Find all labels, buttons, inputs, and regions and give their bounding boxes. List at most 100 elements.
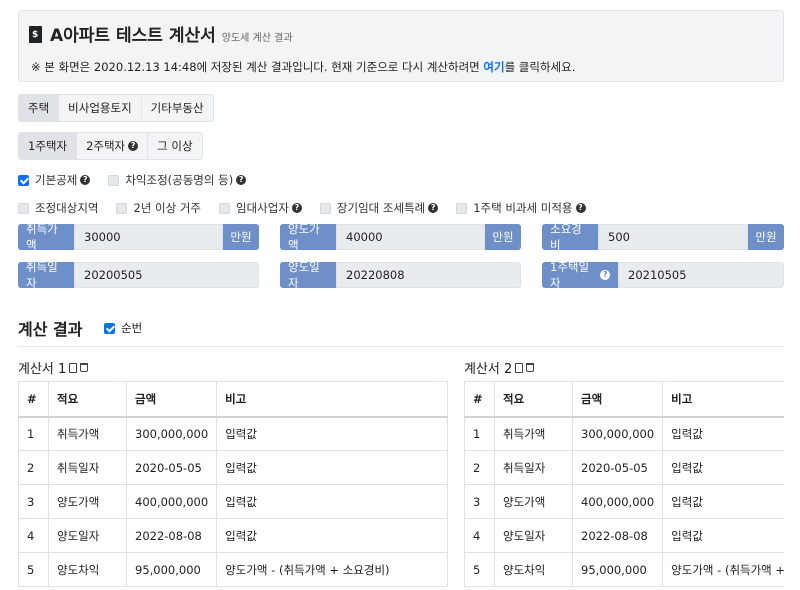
acquisition-date-input[interactable]: 20200505 bbox=[74, 262, 259, 288]
help-icon[interactable]: ? bbox=[236, 175, 247, 185]
option-two-year-residence[interactable]: 2년 이상 거주 bbox=[116, 200, 201, 216]
order-label: 순번 bbox=[121, 321, 143, 335]
options-row-1: 기본공제 ? 차익조정(공동명의 등) ? bbox=[18, 172, 264, 188]
table-row: 1 취득가액 300,000,000 입력값 bbox=[18, 416, 448, 451]
copy-icon[interactable] bbox=[515, 362, 524, 373]
calc1-header: 계산서 1 bbox=[18, 358, 89, 377]
checkbox-two-year-residence[interactable] bbox=[116, 202, 128, 214]
trash-icon[interactable] bbox=[526, 363, 535, 372]
help-icon[interactable]: ? bbox=[291, 203, 302, 213]
table-row: 4 양도일자 2022-08-08 입력값 bbox=[464, 518, 784, 553]
option-basic-deduction[interactable]: 기본공제 ? bbox=[18, 172, 91, 188]
cell: 입력값 bbox=[216, 518, 448, 553]
file-invoice-dollar-icon bbox=[29, 26, 42, 43]
checkbox-order[interactable] bbox=[104, 322, 115, 334]
cell: 2 bbox=[464, 450, 495, 485]
sale-date-input[interactable]: 20220808 bbox=[336, 262, 521, 288]
cell: 95,000,000 bbox=[125, 552, 218, 587]
calc2-table: # 적요 금액 비고 1 취득가액 300,000,000 입력값 2 취득일자 2020… bbox=[464, 381, 784, 587]
table-row: 1 취득가액 300,000,000 입력값 bbox=[464, 416, 784, 451]
cell: 취득가액 bbox=[494, 416, 573, 451]
tab-non-business-land[interactable]: 비사업용토지 bbox=[59, 95, 142, 121]
acquisition-price-label: 취득가액 bbox=[18, 224, 74, 250]
acquisition-price-field: 취득가액 30000 만원 bbox=[18, 224, 259, 250]
table-header-row: # 적요 금액 비고 bbox=[464, 381, 784, 418]
option-label: 2년 이상 거주 bbox=[133, 201, 202, 215]
checkbox-gain-adjustment[interactable] bbox=[108, 174, 120, 186]
col-description: 적요 bbox=[494, 381, 573, 418]
option-label: 조정대상지역 bbox=[35, 201, 99, 215]
cell: 3 bbox=[18, 484, 49, 519]
cell: 400,000,000 bbox=[571, 484, 664, 519]
acquisition-price-input[interactable]: 30000 bbox=[74, 224, 223, 250]
sale-price-input[interactable]: 40000 bbox=[336, 224, 485, 250]
checkbox-basic-deduction[interactable] bbox=[18, 174, 29, 186]
table-row: 2 취득일자 2020-05-05 입력값 bbox=[18, 450, 448, 485]
order-toggle[interactable]: 순번 bbox=[104, 320, 142, 336]
acquisition-date-field: 취득일자 20200505 bbox=[18, 262, 259, 288]
trash-icon[interactable] bbox=[80, 363, 89, 372]
help-icon[interactable]: ? bbox=[128, 141, 139, 151]
help-icon[interactable]: ? bbox=[575, 203, 586, 213]
recalculate-link[interactable]: 여기 bbox=[483, 60, 504, 74]
table-row: 3 양도가액 400,000,000 입력값 bbox=[464, 484, 784, 519]
divider bbox=[18, 346, 784, 347]
page-subtitle: 양도세 계산 결과 bbox=[221, 33, 293, 44]
one-house-date-label-text: 1주택일자 bbox=[550, 262, 590, 288]
cell: 양도차익 bbox=[48, 552, 127, 587]
sale-price-field: 양도가액 40000 만원 bbox=[280, 224, 521, 250]
option-label: 장기임대 조세특례 bbox=[336, 201, 426, 215]
cell: 2 bbox=[18, 450, 49, 485]
tab-two-houses[interactable]: 2주택자? bbox=[77, 133, 149, 159]
help-icon[interactable]: ? bbox=[428, 203, 439, 213]
header-panel: A아파트 테스트 계산서 양도세 계산 결과 ※ 본 화면은 2020.12.1… bbox=[18, 10, 784, 82]
cell: 5 bbox=[18, 552, 49, 587]
table-row: 5양도차익95,000,000양도가액 - (취득가액 + 소요 bbox=[464, 552, 784, 587]
option-regulated-area[interactable]: 조정대상지역 bbox=[18, 200, 98, 216]
sale-date-field: 양도일자 20220808 bbox=[280, 262, 521, 288]
cell: 입력값 bbox=[662, 450, 784, 485]
property-type-tabs: 주택 비사업용토지 기타부동산 bbox=[18, 94, 214, 122]
cell: 5 bbox=[464, 552, 495, 587]
table-row: 2 취득일자 2020-05-05 입력값 bbox=[464, 450, 784, 485]
cell: 300,000,000 bbox=[125, 416, 218, 451]
option-gain-adjustment[interactable]: 차익조정(공동명의 등) ? bbox=[108, 172, 247, 188]
tab-one-house[interactable]: 1주택자 bbox=[19, 133, 78, 159]
help-icon[interactable]: ? bbox=[600, 270, 610, 280]
cell: 양도가액 bbox=[48, 484, 127, 519]
tab-more-houses[interactable]: 그 이상 bbox=[148, 133, 201, 159]
copy-icon[interactable] bbox=[69, 362, 78, 373]
house-count-tabs: 1주택자 2주택자? 그 이상 bbox=[18, 132, 203, 160]
table-row: 3 양도가액 400,000,000 입력값 bbox=[18, 484, 448, 519]
cell: 2022-08-08 bbox=[125, 518, 218, 553]
table-row: 4 양도일자 2022-08-08 입력값 bbox=[18, 518, 448, 553]
option-label: 1주택 비과세 미적용 bbox=[473, 201, 573, 215]
col-amount: 금액 bbox=[125, 381, 218, 418]
option-no-exemption[interactable]: 1주택 비과세 미적용 ? bbox=[456, 200, 586, 216]
acquisition-date-label: 취득일자 bbox=[18, 262, 74, 288]
one-house-date-input[interactable]: 20210505 bbox=[618, 262, 784, 288]
options-row-2: 조정대상지역 2년 이상 거주 임대사업자 ? 장기임대 조세특례 ? 1주택 … bbox=[18, 200, 604, 216]
cell: 양도가액 - (취득가액 + 소요경비) bbox=[216, 552, 448, 587]
col-description: 적요 bbox=[48, 381, 127, 418]
option-label: 차익조정(공동명의 등) bbox=[125, 173, 234, 187]
calc1-table-wrapper: # 적요 금액 비고 1 취득가액 300,000,000 입력값 2 취득일자 2020… bbox=[18, 381, 448, 590]
cell: 취득일자 bbox=[494, 450, 573, 485]
tab-house[interactable]: 주택 bbox=[19, 95, 60, 121]
option-rental-business[interactable]: 임대사업자 ? bbox=[219, 200, 302, 216]
expense-input[interactable]: 500 bbox=[598, 224, 748, 250]
expense-unit: 만원 bbox=[748, 224, 784, 250]
cell: 95,000,000 bbox=[571, 552, 664, 587]
checkbox-long-term-rental[interactable] bbox=[319, 202, 331, 214]
checkbox-no-exemption[interactable] bbox=[456, 202, 468, 214]
option-long-term-rental[interactable]: 장기임대 조세특례 ? bbox=[319, 200, 439, 216]
cell: 양도일자 bbox=[494, 518, 573, 553]
tab-other-real-estate[interactable]: 기타부동산 bbox=[142, 95, 213, 121]
cell: 4 bbox=[464, 518, 495, 553]
checkbox-rental-business[interactable] bbox=[219, 202, 231, 214]
help-icon[interactable]: ? bbox=[80, 175, 91, 185]
checkbox-regulated-area[interactable] bbox=[18, 202, 29, 214]
cell: 취득일자 bbox=[48, 450, 127, 485]
cell: 300,000,000 bbox=[571, 416, 664, 451]
cell: 입력값 bbox=[662, 416, 784, 451]
